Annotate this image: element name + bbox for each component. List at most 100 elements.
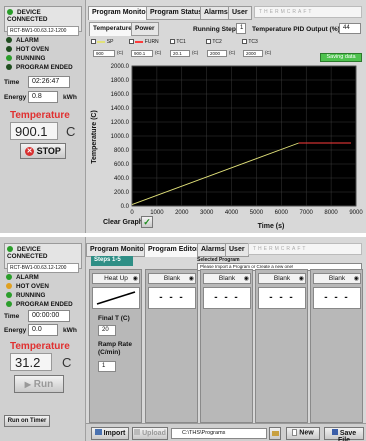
status-list: ALARM HOT OVEN RUNNING PROGRAM ENDED [6, 36, 73, 72]
ramp-up-icon [96, 291, 136, 305]
y-tick-label: 1800.0 [111, 78, 130, 84]
run-on-timer-label: Run on Timer [7, 418, 47, 424]
legend-furn[interactable]: FURN [129, 39, 159, 45]
connection-led-icon [7, 246, 13, 253]
x-tick-label: 5000 [250, 210, 264, 216]
import-icon [94, 429, 102, 435]
dropdown-icon: ◉ [298, 276, 304, 282]
pid-output-label: Temperature PID Output (%) [252, 26, 340, 33]
x-tick-label: 2000 [175, 210, 189, 216]
temperature-value: 31.2 [10, 353, 52, 371]
tab-program-monitor[interactable]: Program Monitor [86, 243, 151, 257]
save-file-button[interactable]: Save File [324, 427, 364, 441]
led-icon [6, 46, 12, 53]
step-2-type-select[interactable]: Blank ◉ [148, 273, 196, 284]
time-label: Time [4, 79, 20, 86]
clear-graph-label: Clear Graph [103, 219, 144, 226]
step-4: Blank ◉ - - - [255, 269, 308, 423]
import-button[interactable]: Import [91, 427, 129, 440]
time-value: 00:00:00 [28, 310, 70, 322]
status-alarm: ALARM [6, 273, 73, 282]
upload-button[interactable]: Upload [132, 427, 168, 440]
upload-icon [134, 429, 141, 435]
subtab-temperature[interactable]: Temperature [89, 22, 136, 36]
step-4-type-select[interactable]: Blank ◉ [258, 273, 306, 284]
tab-program-monitor[interactable]: Program Monitor [88, 6, 153, 20]
legend-tc2[interactable]: TC2 [206, 39, 222, 45]
legend-tc1[interactable]: TC1 [170, 39, 186, 45]
tab-program-status[interactable]: Program Status [146, 6, 207, 20]
y-tick-label: 800.0 [114, 148, 130, 154]
legend-sp[interactable]: SP [91, 39, 113, 45]
status-running: RUNNING [6, 54, 73, 63]
dropdown-icon: ◉ [188, 276, 194, 282]
legend-tc1-value: 20.1 [170, 50, 190, 57]
tab-alarms[interactable]: Alarms [197, 243, 229, 257]
step-3-type-select[interactable]: Blank ◉ [203, 273, 251, 284]
dropdown-icon: ◉ [243, 276, 249, 282]
status-running: RUNNING [6, 291, 73, 300]
legend-unit: (C) [265, 50, 272, 55]
y-tick-label: 0.0 [121, 204, 130, 210]
y-tick-label: 1200.0 [111, 120, 130, 126]
step-2: Blank ◉ - - - [145, 269, 198, 423]
y-tick-label: 1000.0 [111, 134, 130, 140]
status-sidebar: DEVICE CONNECTED RCT-BW1-00.63.12-1200 A… [0, 237, 86, 441]
program-path-field[interactable]: C:\THS\Programs [171, 428, 267, 439]
x-tick-label: 6000 [275, 210, 289, 216]
x-tick-label: 4000 [225, 210, 239, 216]
energy-label: Energy [4, 94, 27, 101]
final-t-input[interactable]: 20 [98, 325, 116, 336]
tab-alarms[interactable]: Alarms [200, 6, 232, 20]
x-tick-label: 3000 [200, 210, 214, 216]
step-5: Blank ◉ - - - [310, 269, 363, 423]
folder-icon [271, 431, 279, 436]
time-value: 02:26:47 [28, 76, 70, 88]
y-tick-label: 1400.0 [111, 106, 130, 112]
legend-sp-value: 900 [93, 50, 115, 57]
legend-unit: (C) [229, 50, 236, 55]
run-label: Run [33, 379, 54, 390]
temperature-unit: C [66, 124, 76, 139]
step-5-type-select[interactable]: Blank ◉ [313, 273, 361, 284]
running-step-value: 1 [236, 23, 246, 34]
new-button[interactable]: New [286, 427, 320, 440]
stop-icon: ✕ [25, 147, 35, 157]
stop-label: STOP [36, 146, 61, 156]
run-button[interactable]: ▶ Run [14, 375, 64, 393]
tab-user[interactable]: User [225, 243, 249, 257]
y-tick-label: 200.0 [114, 190, 130, 196]
status-alarm: ALARM [6, 36, 73, 45]
clear-graph-button[interactable]: ✓ [141, 216, 153, 228]
legend-tc3[interactable]: TC3 [242, 39, 258, 45]
browse-folder-button[interactable] [269, 427, 281, 440]
stop-button[interactable]: ✕ STOP [20, 143, 66, 159]
status-program-ended: PROGRAM ENDED [6, 63, 73, 72]
chart-y-label: Temperature (C) [91, 110, 98, 164]
tab-program-editor[interactable]: Program Editor [144, 243, 203, 257]
step-1: Heat Up ◉ Final T (C) 20 Ramp Rate (C/min… [89, 269, 142, 423]
energy-value: 0.8 [28, 91, 58, 103]
x-tick-label: 9000 [349, 210, 363, 216]
step-1-type-select[interactable]: Heat Up ◉ [92, 273, 140, 284]
status-sidebar: DEVICE CONNECTED RCT-BW1-00.63.12-1200 A… [0, 0, 86, 233]
run-on-timer-button[interactable]: Run on Timer [4, 415, 50, 427]
legend-unit: (C) [155, 50, 162, 55]
serial-number: RCT-BW1-00.63.12-1200 [7, 263, 79, 273]
checkmark-icon: ✓ [143, 217, 151, 227]
ramp-rate-input[interactable]: 1 [98, 361, 116, 372]
led-icon [6, 283, 12, 290]
tab-user[interactable]: User [228, 6, 252, 20]
time-label: Time [4, 313, 20, 320]
x-tick-label: 8000 [324, 210, 338, 216]
connection-label: DEVICE CONNECTED [7, 246, 48, 260]
step-4-graphic: - - - [258, 287, 306, 309]
subtab-power[interactable]: Power [131, 22, 159, 36]
step-2-graphic: - - - [148, 287, 196, 309]
final-t-label: Final T (C) [98, 315, 130, 322]
status-hot-oven: HOT OVEN [6, 282, 73, 291]
legend-tc3-value: 2000 [243, 50, 263, 57]
temperature-value: 900.1 [10, 122, 58, 140]
led-icon [6, 55, 12, 62]
led-icon [6, 64, 12, 71]
